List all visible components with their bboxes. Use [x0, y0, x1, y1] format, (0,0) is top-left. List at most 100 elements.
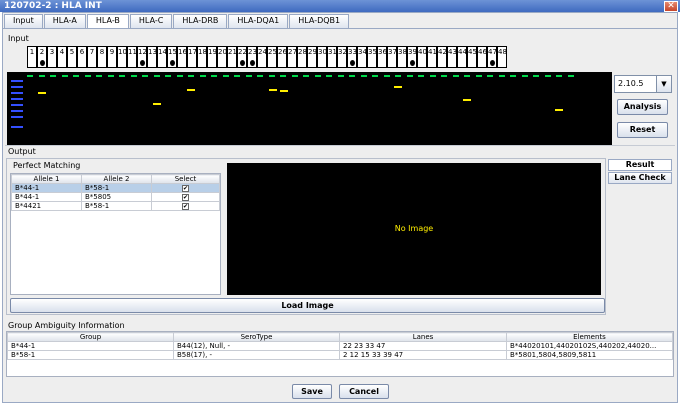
lane-cell[interactable]: 36: [377, 46, 387, 68]
chevron-down-icon[interactable]: ▼: [656, 76, 671, 92]
gel-band: [269, 89, 277, 91]
lane-cell[interactable]: 18: [197, 46, 207, 68]
tab-hla-drb[interactable]: HLA-DRB: [173, 14, 228, 28]
lane-cell[interactable]: 2: [37, 46, 47, 68]
column-header-serotype[interactable]: SeroType: [173, 332, 340, 342]
lane-cell[interactable]: 46: [477, 46, 487, 68]
lane-cell[interactable]: 42: [437, 46, 447, 68]
control-band: [429, 75, 436, 77]
column-header-lanes[interactable]: Lanes: [339, 332, 507, 342]
select-checkbox[interactable]: ✔: [182, 194, 189, 201]
column-header-select[interactable]: Select: [151, 174, 220, 184]
lane-cell[interactable]: 28: [297, 46, 307, 68]
table-row[interactable]: B*44-1 B44(12), Null, - 22 23 33 47 B*44…: [7, 341, 673, 351]
lane-cell[interactable]: 1: [27, 46, 37, 68]
lane-cell[interactable]: 40: [417, 46, 427, 68]
lane-cell[interactable]: 15: [167, 46, 177, 68]
lane-cell[interactable]: 34: [357, 46, 367, 68]
lane-cell[interactable]: 19: [207, 46, 217, 68]
lane-number: 14: [158, 48, 167, 56]
lane-cell[interactable]: 29: [307, 46, 317, 68]
load-image-button[interactable]: Load Image: [10, 298, 605, 313]
tab-result[interactable]: Result: [608, 159, 672, 171]
lane-cell[interactable]: 11: [127, 46, 137, 68]
analysis-button[interactable]: Analysis: [617, 99, 668, 115]
lane-cell[interactable]: 16: [177, 46, 187, 68]
lane-cell[interactable]: 38: [397, 46, 407, 68]
lane-cell[interactable]: 43: [447, 46, 457, 68]
select-checkbox[interactable]: ✔: [182, 203, 189, 210]
column-header-allele2[interactable]: Allele 2: [81, 174, 152, 184]
lane-cell[interactable]: 47: [487, 46, 497, 68]
tab-hla-c[interactable]: HLA-C: [129, 14, 173, 28]
column-header-elements[interactable]: Elements: [506, 332, 673, 342]
column-header-group[interactable]: Group: [7, 332, 174, 342]
lane-number: 5: [69, 48, 75, 56]
lane-cell[interactable]: 44: [457, 46, 467, 68]
version-select-value: 2.10.5: [618, 79, 644, 88]
lane-cell[interactable]: 33: [347, 46, 357, 68]
lane-cell[interactable]: 7: [87, 46, 97, 68]
save-button[interactable]: Save: [292, 384, 332, 399]
version-select[interactable]: 2.10.5 ▼: [614, 75, 672, 93]
lane-cell[interactable]: 32: [337, 46, 347, 68]
lane-grid: 1 2 3 4 5 6 7 8 9 10 11 12 13 14 15 16 17 18 19 20 21 22 23 24 2…: [27, 46, 507, 68]
lane-cell[interactable]: 14: [157, 46, 167, 68]
lane-cell[interactable]: 17: [187, 46, 197, 68]
lane-cell[interactable]: 37: [387, 46, 397, 68]
serotype-cell: B44(12), Null, -: [173, 341, 340, 351]
lane-cell[interactable]: 30: [317, 46, 327, 68]
ladder-band: [11, 92, 23, 94]
lane-cell[interactable]: 45: [467, 46, 477, 68]
control-band: [268, 75, 275, 77]
lane-cell[interactable]: 24: [257, 46, 267, 68]
table-row[interactable]: B*58-1 B58(17), - 2 12 15 33 39 47 B*580…: [7, 350, 673, 360]
tab-lane-check[interactable]: Lane Check: [608, 172, 672, 184]
control-band: [165, 75, 171, 77]
lane-number: 30: [318, 48, 327, 56]
reset-button[interactable]: Reset: [617, 122, 668, 138]
lane-cell[interactable]: 10: [117, 46, 127, 68]
table-row[interactable]: B*44-1 B*58-1 ✔: [11, 183, 220, 193]
lane-cell[interactable]: 23: [247, 46, 257, 68]
table-row[interactable]: B*44-1 B*5805 ✔: [11, 192, 220, 202]
lane-cell[interactable]: 27: [287, 46, 297, 68]
tab-hla-a[interactable]: HLA-A: [43, 14, 86, 28]
lane-cell[interactable]: 6: [77, 46, 87, 68]
tab-input[interactable]: Input: [4, 14, 43, 28]
lane-cell[interactable]: 5: [67, 46, 77, 68]
lane-number: 8: [99, 48, 105, 56]
lane-cell[interactable]: 26: [277, 46, 287, 68]
lane-cell[interactable]: 21: [227, 46, 237, 68]
tab-hla-dqb1[interactable]: HLA-DQB1: [289, 14, 350, 28]
control-band: [142, 75, 148, 77]
lane-cell[interactable]: 48: [497, 46, 507, 68]
tab-hla-dqa1[interactable]: HLA-DQA1: [228, 14, 289, 28]
lane-cell[interactable]: 39: [407, 46, 417, 68]
allele2-cell: B*5805: [81, 192, 152, 202]
control-band: [372, 75, 378, 77]
control-band: [199, 75, 206, 77]
control-band: [245, 75, 252, 77]
column-header-allele1[interactable]: Allele 1: [11, 174, 82, 184]
lane-cell[interactable]: 35: [367, 46, 377, 68]
lane-cell[interactable]: 9: [107, 46, 117, 68]
ambiguity-table-area: Group SeroType Lanes Elements B*44-1 B44…: [6, 331, 674, 377]
lane-cell[interactable]: 4: [57, 46, 67, 68]
select-checkbox[interactable]: ✔: [182, 185, 189, 192]
gel-image: [7, 72, 612, 145]
lane-cell[interactable]: 22: [237, 46, 247, 68]
cancel-button[interactable]: Cancel: [339, 384, 389, 399]
lane-cell[interactable]: 25: [267, 46, 277, 68]
lane-cell[interactable]: 3: [47, 46, 57, 68]
table-row[interactable]: B*4421 B*58-1 ✔: [11, 201, 220, 211]
close-button[interactable]: ✕: [664, 1, 678, 12]
lane-cell[interactable]: 13: [147, 46, 157, 68]
lane-cell[interactable]: 12: [137, 46, 147, 68]
lane-cell[interactable]: 8: [97, 46, 107, 68]
lane-cell[interactable]: 31: [327, 46, 337, 68]
lane-cell[interactable]: 20: [217, 46, 227, 68]
gel-band: [38, 92, 46, 94]
lane-cell[interactable]: 41: [427, 46, 437, 68]
tab-hla-b[interactable]: HLA-B: [86, 14, 129, 29]
